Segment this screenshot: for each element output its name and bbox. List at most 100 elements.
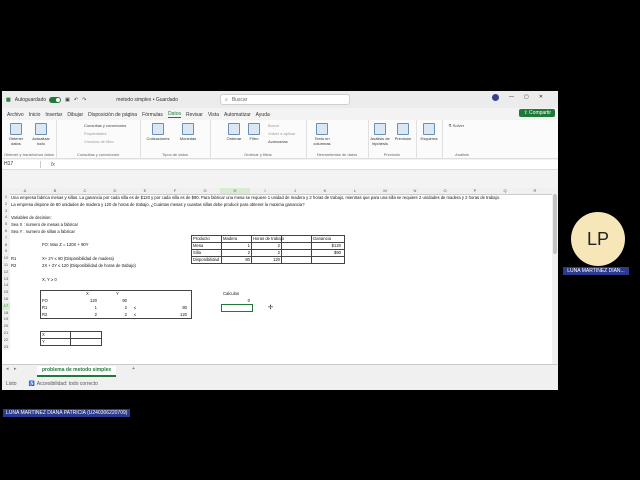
row-header[interactable]: 4 <box>2 214 10 222</box>
column-header[interactable]: P <box>460 188 490 194</box>
add-sheet-icon[interactable]: + <box>132 366 135 372</box>
column-header[interactable]: B <box>40 188 70 194</box>
cell-m-x[interactable]: X <box>86 291 89 296</box>
column-header[interactable]: C <box>70 188 100 194</box>
row-header[interactable]: 13 <box>2 275 10 283</box>
filtro-button[interactable]: Filtro <box>246 123 262 141</box>
cell-m-y[interactable]: Y <box>116 291 119 296</box>
row-header[interactable]: 12 <box>2 268 10 276</box>
row-header[interactable]: 11 <box>2 262 10 269</box>
vertical-scrollbar[interactable] <box>552 188 558 364</box>
reaplicar-button[interactable]: Volver a aplicar <box>268 131 295 136</box>
cell-disp-horas[interactable]: 120 <box>253 257 280 262</box>
cell-mesa-horas[interactable]: 2 <box>253 243 280 248</box>
cell-m-r2-x[interactable]: 2 <box>70 312 97 317</box>
cell-silla-ganancia[interactable]: $90 <box>313 250 341 255</box>
column-header[interactable]: I <box>250 188 280 194</box>
cell-nonnegativity[interactable]: X, Y ≥ 0 <box>42 277 57 282</box>
row-header[interactable]: 19 <box>2 316 10 324</box>
cell-objective[interactable]: FO: Max Z = 120X + 90Y <box>42 242 89 247</box>
column-header[interactable]: L <box>340 188 370 194</box>
ordenar-button[interactable]: Ordenar <box>224 123 244 141</box>
cell-ganancia[interactable]: Ganancia <box>313 236 331 241</box>
row-header[interactable]: 18 <box>2 309 10 317</box>
cell-calc-value[interactable]: 0 <box>223 298 250 303</box>
row-header[interactable]: 2 <box>2 200 10 208</box>
column-header[interactable]: K <box>310 188 340 194</box>
column-header[interactable]: O <box>430 188 460 194</box>
consultas-button[interactable]: Consultas y conexiones <box>84 123 126 128</box>
row-header[interactable]: 10 <box>2 255 10 262</box>
texto-columnas-button[interactable]: Texto en columnas <box>310 123 334 146</box>
tab-vista[interactable]: Vista <box>208 112 219 118</box>
column-header[interactable]: M <box>370 188 400 194</box>
cell-m-r1-le[interactable]: ≤ <box>134 305 136 310</box>
doc-title[interactable]: metodo simplex • Guardado <box>116 97 178 103</box>
formula-input[interactable] <box>59 161 558 168</box>
prevision-button[interactable]: Previsión <box>392 123 414 141</box>
row-header[interactable]: 8 <box>2 241 10 249</box>
name-box[interactable]: H17 <box>2 161 41 168</box>
cell-m-r1-x[interactable]: 1 <box>70 305 97 310</box>
cell-a2[interactable]: La empresa dispone de 80 unidades de mad… <box>11 202 305 207</box>
column-header[interactable]: E <box>130 188 160 194</box>
monedas-button[interactable]: Monedas <box>176 123 200 141</box>
column-header[interactable]: G <box>190 188 220 194</box>
row-header[interactable]: 20 <box>2 323 10 330</box>
tab-archivo[interactable]: Archivo <box>7 112 24 118</box>
redo-icon[interactable]: ↷ <box>82 97 86 103</box>
undo-icon[interactable]: ↶ <box>74 97 78 103</box>
cell-m-r2-le[interactable]: ≤ <box>134 312 136 317</box>
cell-r2-label[interactable]: R2 <box>11 263 16 268</box>
cell-b-y[interactable]: Y <box>42 339 45 344</box>
column-header[interactable]: Q <box>490 188 520 194</box>
cell-mesa-madera[interactable]: 1 <box>223 243 250 248</box>
avanzadas-button[interactable]: Avanzadas <box>268 139 288 144</box>
row-header[interactable]: 5 <box>2 221 10 228</box>
row-header[interactable]: 14 <box>2 282 10 290</box>
status-accessibility[interactable]: Accesibilidad: todo correcto <box>37 381 98 387</box>
cell-m-fo-y[interactable]: 90 <box>100 298 127 303</box>
cell-disp-madera[interactable]: 80 <box>223 257 250 262</box>
vinculos-button[interactable]: Vínculos de libro <box>84 139 114 144</box>
minimize-icon[interactable]: — <box>509 94 514 101</box>
cell-producto[interactable]: Producto <box>193 236 210 241</box>
search-box[interactable]: ⌕ Buscar <box>220 94 350 105</box>
obtener-datos-button[interactable]: Obtener datos <box>6 123 26 146</box>
solver-button[interactable]: ⚗ Solver <box>448 123 464 128</box>
active-cell[interactable] <box>221 304 253 312</box>
cell-m-fo-x[interactable]: 120 <box>70 298 97 303</box>
share-button[interactable]: ⇪ Compartir <box>519 109 555 117</box>
tab-disposicion[interactable]: Disposición de página <box>88 112 137 118</box>
tab-nav-right-icon[interactable]: ▸ <box>14 366 17 372</box>
cell-mesa[interactable]: Mesa <box>193 243 203 248</box>
row-header[interactable]: 3 <box>2 207 10 215</box>
cell-silla-horas[interactable]: 2 <box>253 250 280 255</box>
cell-calculos[interactable]: Calculos <box>223 291 239 296</box>
cell-disponibilidad[interactable]: Disponibilidad <box>193 257 219 262</box>
row-header[interactable]: 23 <box>2 343 10 351</box>
row-header[interactable]: 1 <box>2 194 10 201</box>
cell-silla[interactable]: Silla <box>193 250 201 255</box>
analisis-hipotesis-button[interactable]: Análisis de hipótesis <box>369 123 391 146</box>
cotizaciones-button[interactable]: Cotizaciones <box>144 123 172 141</box>
cell-r1-label[interactable]: R1 <box>11 256 16 261</box>
row-header[interactable]: 9 <box>2 248 10 256</box>
sheet-tab[interactable]: problema de metodo simplex <box>37 366 117 377</box>
row-header[interactable]: 15 <box>2 289 10 296</box>
cell-m-r1-v[interactable]: 80 <box>160 305 187 310</box>
user-avatar-icon[interactable] <box>492 94 499 101</box>
cell-m-r1-y[interactable]: 2 <box>100 305 127 310</box>
cell-m-r2-y[interactable]: 2 <box>100 312 127 317</box>
column-header[interactable]: N <box>400 188 430 194</box>
borrar-button[interactable]: Borrar <box>268 123 279 128</box>
cell-a5[interactable]: Sea X : numero de mesas a fabricar <box>11 222 78 227</box>
cell-silla-madera[interactable]: 2 <box>223 250 250 255</box>
cell-a1[interactable]: Una empresa fabrica mesas y sillas. La g… <box>11 195 500 200</box>
column-header[interactable]: J <box>280 188 310 194</box>
column-header[interactable]: H <box>220 188 250 194</box>
tab-formulas[interactable]: Fórmulas <box>142 112 163 118</box>
row-header[interactable]: 17 <box>2 302 10 310</box>
column-header[interactable]: F <box>160 188 190 194</box>
cell-r2-constraint[interactable]: 2X + 2Y ≤ 120 (Disponibilidad de horas d… <box>42 263 136 268</box>
